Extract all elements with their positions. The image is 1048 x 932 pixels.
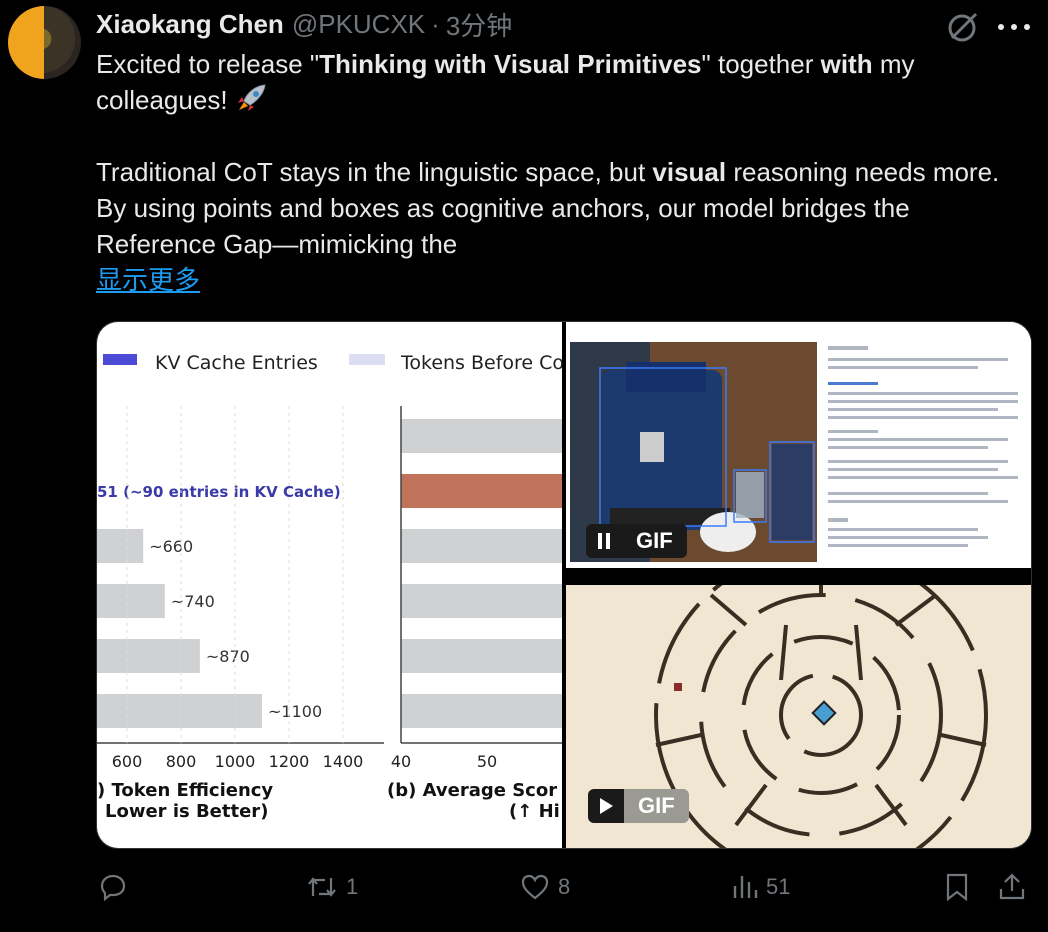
play-icon xyxy=(600,798,613,814)
text-segment: Traditional CoT stays in the linguistic … xyxy=(96,157,653,187)
like-count: 8 xyxy=(558,874,571,899)
pause-icon xyxy=(598,533,610,549)
bar xyxy=(97,529,144,563)
retweet-button[interactable]: 1 xyxy=(306,872,358,902)
media-grid: KV Cache Entries Tokens Before Co 51 (~9… xyxy=(96,321,1032,849)
timestamp[interactable]: 3分钟 xyxy=(446,6,512,43)
chart-annotation: 51 (~90 entries in KV Cache) xyxy=(97,483,341,501)
bar xyxy=(401,419,562,453)
tick-label: 1000 xyxy=(215,752,256,771)
text-segment: Excited to release " xyxy=(96,49,320,79)
action-bar: 1 8 51 xyxy=(0,868,1048,908)
bar xyxy=(401,639,562,673)
text-bold: with xyxy=(820,49,873,79)
text-segment: " together xyxy=(701,49,821,79)
reply-button[interactable] xyxy=(98,872,136,902)
tick-label: 1400 xyxy=(323,752,364,771)
bookmark-icon xyxy=(946,873,968,902)
views-button[interactable]: 51 xyxy=(732,872,790,902)
grok-icon[interactable] xyxy=(946,10,980,44)
tick-label: 800 xyxy=(166,752,197,771)
retweet-icon xyxy=(308,877,336,897)
more-icon[interactable] xyxy=(996,22,1032,32)
text-bold: Thinking with Visual Primitives xyxy=(319,49,702,79)
gif-badge[interactable]: GIF xyxy=(588,789,689,823)
tick-label: 40 xyxy=(391,752,411,771)
axis-label: Lower is Better) xyxy=(105,801,268,822)
token-efficiency-chart: KV Cache Entries Tokens Before Co 51 (~9… xyxy=(97,352,564,822)
bar xyxy=(401,474,562,508)
gif-badge[interactable]: GIF xyxy=(586,524,687,558)
legend-label: KV Cache Entries xyxy=(155,352,318,374)
tweet-text: Excited to release "Thinking with Visual… xyxy=(96,46,1026,298)
legend-swatch-kv xyxy=(103,354,137,365)
retweet-count: 1 xyxy=(346,874,359,899)
reply-icon xyxy=(100,874,126,902)
bar xyxy=(401,584,562,618)
data-label: ~1100 xyxy=(268,702,322,721)
bar xyxy=(97,584,165,618)
avatar[interactable] xyxy=(8,6,81,79)
share-button[interactable] xyxy=(998,872,1026,902)
author-name[interactable]: Xiaokang Chen xyxy=(96,9,284,40)
separator: · xyxy=(431,8,440,39)
text-bold: visual xyxy=(652,157,727,187)
coffee-machine-gif[interactable]: GIF xyxy=(566,322,1031,568)
axis-label: (↑ Hi xyxy=(509,801,560,822)
show-more-link[interactable]: 显示更多 xyxy=(96,265,200,295)
bookmark-button[interactable] xyxy=(944,872,970,902)
chart-image[interactable]: KV Cache Entries Tokens Before Co 51 (~9… xyxy=(97,322,564,848)
axis-label: (b) Average Scor xyxy=(387,780,557,801)
views-icon xyxy=(733,876,758,898)
axis-label: ) Token Efficiency xyxy=(97,780,273,801)
tick-label: 600 xyxy=(112,752,143,771)
rocket-emoji-icon xyxy=(237,84,266,111)
like-button[interactable]: 8 xyxy=(520,872,570,902)
maze-gif[interactable]: GIF xyxy=(566,548,1031,848)
bar xyxy=(97,694,262,728)
legend-label: Tokens Before Co xyxy=(400,352,562,374)
author-handle[interactable]: @PKUCXK xyxy=(292,9,425,40)
pause-button[interactable] xyxy=(586,524,622,558)
tick-label: 1200 xyxy=(269,752,310,771)
views-count: 51 xyxy=(766,874,791,899)
gif-label: GIF xyxy=(622,524,687,558)
bar xyxy=(97,639,200,673)
tweet-header: Xiaokang Chen @PKUCXK · 3分钟 xyxy=(96,6,512,42)
bar xyxy=(401,529,562,563)
legend-swatch-tokens xyxy=(349,354,385,365)
tick-label: 50 xyxy=(477,752,497,771)
heart-icon xyxy=(521,874,549,900)
data-label: ~870 xyxy=(206,647,250,666)
play-button[interactable] xyxy=(588,789,624,823)
share-icon xyxy=(999,873,1025,900)
data-label: ~740 xyxy=(171,592,215,611)
bar xyxy=(401,694,562,728)
gif-label: GIF xyxy=(624,789,689,823)
data-label: ~660 xyxy=(149,537,193,556)
